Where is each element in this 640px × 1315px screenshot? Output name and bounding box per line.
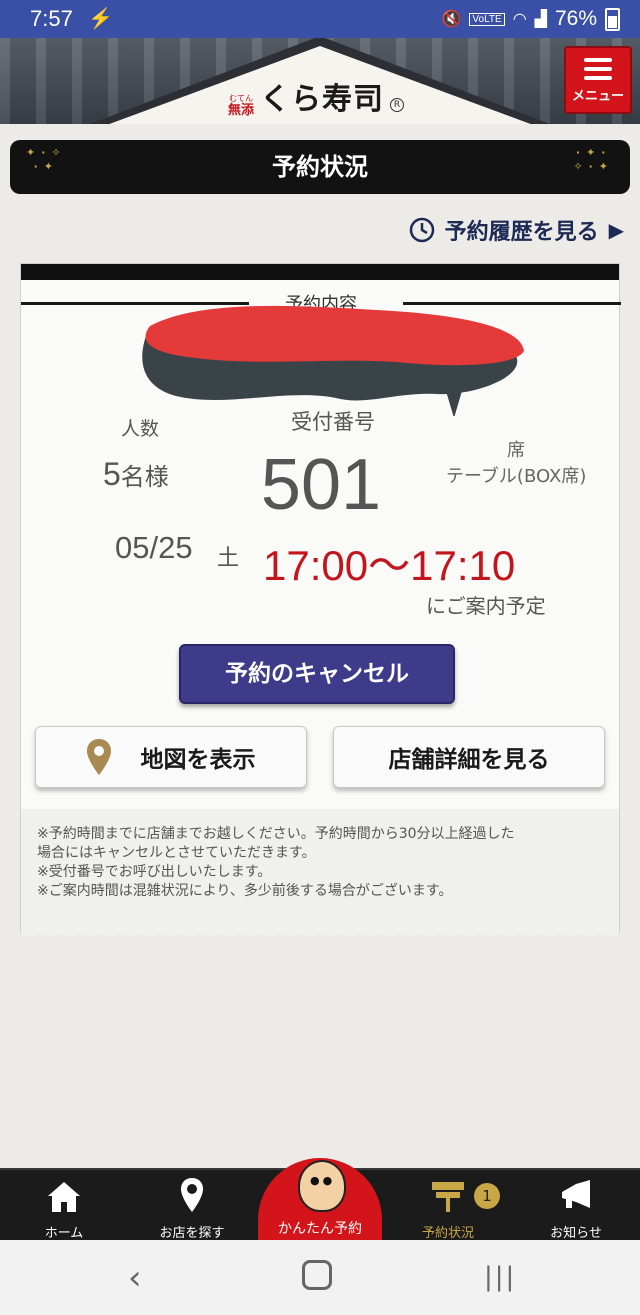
nav-notifications[interactable]: お知らせ — [526, 1176, 626, 1241]
hamburger-icon — [584, 58, 612, 80]
logo-text: くら寿司 — [260, 82, 385, 117]
page-title-bar: ✦·✧ ·✦ 予約状況 ·✦· ✧·✦ — [10, 140, 630, 194]
mute-icon: 🔇 — [441, 11, 462, 28]
nav-find-store[interactable]: お店を探す — [142, 1176, 242, 1241]
nav-home-label: ホーム — [44, 1226, 84, 1241]
logo-prefix: 無添 — [228, 103, 255, 118]
nav-notifications-label: お知らせ — [550, 1226, 602, 1241]
recent-apps-icon[interactable]: ||| — [484, 1262, 516, 1292]
reception-sign-icon — [432, 1182, 464, 1212]
reservation-card: 予約内容 人数 受付番号 席 5名様 501 テーブル(BOX席) 05/25 … — [20, 263, 621, 942]
redaction-scribble — [142, 305, 524, 416]
map-pin-icon — [181, 1178, 203, 1212]
clock-icon — [409, 217, 434, 243]
status-time: 7:57 — [30, 6, 73, 31]
signal-icon: ▟ — [534, 11, 547, 28]
store-details-label: 店舗詳細を見る — [388, 747, 550, 773]
mascot-icon: ●● — [298, 1160, 346, 1212]
note-line: ※受付番号でお呼び出しいたします。 — [37, 864, 272, 880]
scallop-edge — [21, 932, 619, 942]
show-map-button[interactable]: 地図を表示 — [35, 726, 307, 788]
bottom-nav: ホーム お店を探す ●● かんたん予約 予約状況 お知らせ — [0, 1158, 640, 1244]
chevron-right-icon: ▶ — [608, 218, 624, 242]
sparkle-decoration-right: ·✦· ✧·✦ — [573, 146, 614, 173]
battery-level: 76% — [554, 7, 597, 30]
menu-button[interactable]: メニュー — [564, 46, 632, 114]
home-circle-icon[interactable] — [302, 1260, 332, 1290]
nav-easy-reserve-label: かんたん予約 — [278, 1221, 362, 1237]
megaphone-icon — [562, 1180, 590, 1208]
registered-mark: R — [390, 98, 405, 112]
note-line: ※予約時間までに店舗までお越しください。予約時間から30分以上経過した — [37, 826, 515, 842]
kura-sushi-logo: むてん 無添 くら寿司 R — [228, 74, 405, 118]
page-title: 予約状況 — [272, 153, 368, 181]
back-icon[interactable]: ‹ — [128, 1258, 142, 1298]
cancel-reservation-button[interactable]: 予約のキャンセル — [179, 644, 455, 704]
reservation-time-range: 17:00〜17:10 — [263, 542, 516, 589]
store-details-button[interactable]: 店舗詳細を見る — [333, 726, 605, 788]
volte-badge: VoLTE — [469, 12, 505, 26]
seat-value: テーブル(BOX席) — [446, 466, 587, 487]
map-pin-icon — [86, 739, 111, 775]
home-icon — [48, 1182, 80, 1212]
guidance-text: にご案内予定 — [426, 594, 546, 618]
note-line: 場合にはキャンセルとさせていただきます。 — [37, 845, 316, 861]
show-map-label: 地図を表示 — [140, 747, 256, 773]
wifi-icon: ◠ — [512, 11, 527, 28]
card-top-bar — [21, 264, 619, 280]
nav-find-store-label: お店を探す — [159, 1226, 225, 1241]
nav-easy-reserve[interactable]: ●● かんたん予約 — [258, 1158, 382, 1244]
flash-icon: ⚡ — [88, 8, 113, 30]
menu-label: メニュー — [571, 89, 624, 104]
app-header: むてん 無添 くら寿司 R メニュー — [0, 38, 640, 124]
note-line: ※ご案内時間は混雑状況により、多少前後する場合がございます。 — [37, 883, 453, 899]
notes-section: ※予約時間までに店舗までお越しください。予約時間から30分以上経過した 場合には… — [21, 809, 619, 942]
nav-reservation-status-label: 予約状況 — [421, 1226, 474, 1241]
status-right: 🔇 VoLTE ◠ ▟ 76% — [441, 7, 620, 31]
history-link-label: 予約履歴を見る — [444, 220, 599, 245]
number-label: 受付番号 — [291, 410, 375, 434]
battery-icon — [605, 7, 620, 31]
status-bar: 7:57 ⚡ 🔇 VoLTE ◠ ▟ 76% — [0, 0, 640, 38]
nav-home[interactable]: ホーム — [14, 1176, 114, 1241]
sparkle-decoration-left: ✦·✧ ·✦ — [26, 146, 67, 173]
people-label: 人数 — [121, 418, 160, 440]
reservation-date: 05/25 — [115, 530, 193, 565]
reservation-history-link[interactable]: 予約履歴を見る ▶ — [409, 214, 624, 246]
system-nav-bar: ‹ ||| — [0, 1240, 640, 1315]
reservation-weekday: 土 — [217, 546, 240, 571]
reservation-count-badge: 1 — [474, 1183, 500, 1209]
